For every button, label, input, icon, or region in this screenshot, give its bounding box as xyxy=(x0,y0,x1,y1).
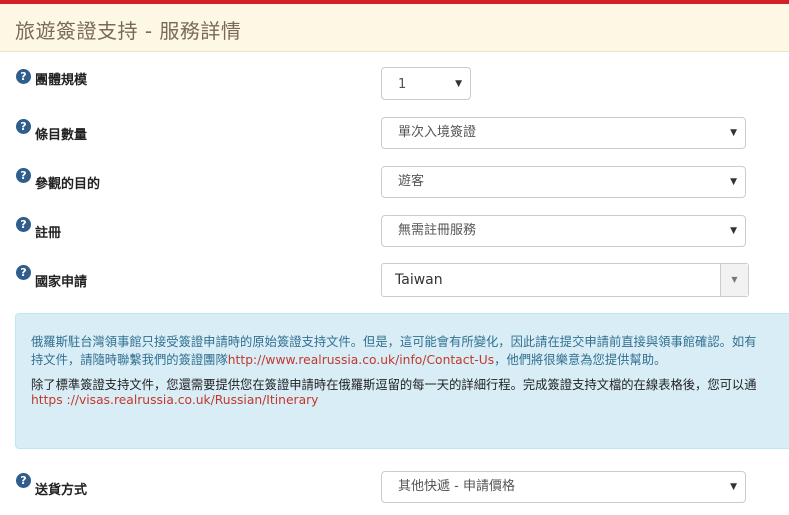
caret-down-icon: ▼ xyxy=(455,79,462,89)
info-contact-prefix: 持文件，請隨時聯繫我們的簽證團隊 xyxy=(31,353,228,367)
info-contact-suffix: ，他們將很樂意為您提供幫助。 xyxy=(494,353,667,367)
info-contact-line: 持文件，請隨時聯繫我們的簽證團隊http://www.realrussia.co… xyxy=(31,350,666,368)
itinerary-link[interactable]: https ://visas.realrussia.co.uk/Russian/… xyxy=(31,393,318,407)
group-size-label: 團體規模 xyxy=(35,73,88,88)
page-title: 旅遊簽證支持 - 服務詳情 xyxy=(15,19,242,43)
caret-down-icon: ▼ xyxy=(730,482,737,492)
question-circle-icon[interactable]: ? xyxy=(16,217,31,232)
country-combobox[interactable]: Taiwan ▼ xyxy=(381,263,749,297)
group-size-select[interactable]: 1 ▼ xyxy=(381,67,471,100)
info-itinerary-text: 除了標準簽證支持文件，您還需要提供您在簽證申請時在俄羅斯逗留的每一天的詳細行程。… xyxy=(31,378,757,392)
entries-label: 條目數量 xyxy=(35,128,88,143)
info-consulate-text: 俄羅斯駐台灣領事館只接受簽證申請時的原始簽證支持文件。但是，這可能會有所變化，因… xyxy=(31,335,757,349)
caret-down-icon: ▼ xyxy=(730,128,737,138)
question-circle-icon[interactable]: ? xyxy=(16,168,31,183)
question-circle-icon[interactable]: ? xyxy=(16,69,31,84)
info-alert-box: 俄羅斯駐台灣領事館只接受簽證申請時的原始簽證支持文件。但是，這可能會有所變化，因… xyxy=(15,313,789,449)
registration-select[interactable]: 無需註冊服務 ▼ xyxy=(381,215,746,247)
contact-us-link[interactable]: http://www.realrussia.co.uk/info/Contact… xyxy=(228,353,494,367)
country-label: 國家申請 xyxy=(35,275,88,290)
delivery-label: 送貨方式 xyxy=(35,483,88,498)
caret-down-icon: ▼ xyxy=(730,177,737,187)
registration-value: 無需註冊服務 xyxy=(398,223,477,238)
purpose-select[interactable]: 遊客 ▼ xyxy=(381,166,746,198)
caret-down-icon: ▼ xyxy=(730,226,737,236)
group-size-value: 1 xyxy=(398,77,407,92)
caret-down-icon[interactable]: ▼ xyxy=(720,264,748,296)
entries-select[interactable]: 單次入境簽證 ▼ xyxy=(381,117,746,149)
page-header: 旅遊簽證支持 - 服務詳情 xyxy=(0,4,789,52)
country-value: Taiwan xyxy=(395,272,443,288)
question-circle-icon[interactable]: ? xyxy=(16,119,31,134)
question-circle-icon[interactable]: ? xyxy=(16,265,31,280)
entries-value: 單次入境簽證 xyxy=(398,125,477,140)
registration-label: 註冊 xyxy=(35,226,62,241)
purpose-value: 遊客 xyxy=(398,174,425,189)
delivery-value: 其他快遞 - 申請價格 xyxy=(398,479,515,494)
question-circle-icon[interactable]: ? xyxy=(16,473,31,488)
delivery-select[interactable]: 其他快遞 - 申請價格 ▼ xyxy=(381,471,746,503)
purpose-label: 參觀的目的 xyxy=(35,177,101,192)
